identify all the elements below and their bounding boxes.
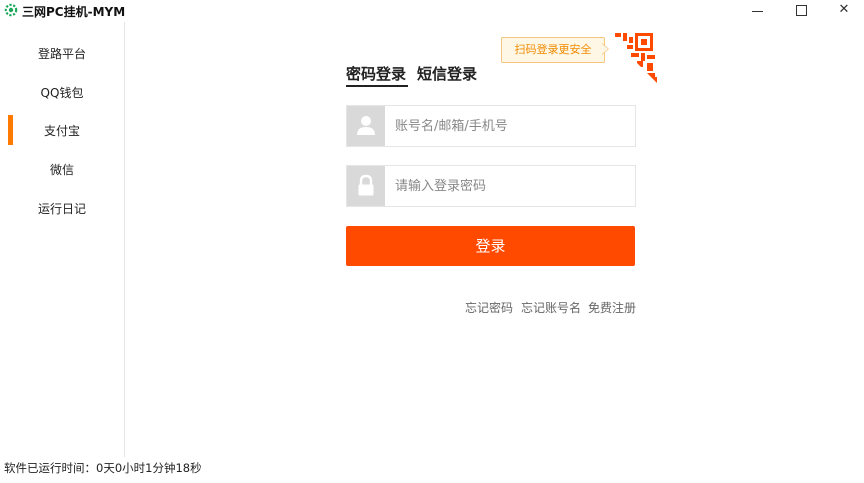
title-bar: 三网PC挂机-MYM ✕ (0, 0, 864, 22)
sidebar-item-label: 运行日记 (37, 202, 86, 216)
sidebar: 登路平台 QQ钱包 支付宝 微信 运行日记 (0, 22, 125, 457)
password-icon-box (347, 166, 385, 206)
sidebar-item-run-log[interactable]: 运行日记 (0, 197, 124, 221)
username-input[interactable] (395, 106, 625, 146)
minimize-button[interactable] (740, 0, 776, 22)
username-field-wrapper (346, 105, 636, 147)
sidebar-item-label: 微信 (49, 163, 74, 177)
qr-login-tip[interactable]: 扫码登录更安全 (501, 37, 605, 63)
runtime-status: 软件已运行时间：0天0小时1分钟18秒 (4, 461, 202, 475)
sidebar-item-alipay[interactable]: 支付宝 (0, 119, 124, 143)
sidebar-item-wechat[interactable]: 微信 (0, 158, 124, 182)
forgot-account-link[interactable]: 忘记账号名 (521, 299, 581, 316)
gear-icon (4, 3, 18, 17)
username-icon-box (347, 106, 385, 146)
sidebar-item-platform[interactable]: 登路平台 (0, 42, 124, 66)
window-title: 三网PC挂机-MYM (22, 5, 126, 19)
close-button[interactable]: ✕ (826, 0, 862, 22)
password-field-wrapper (346, 165, 636, 207)
close-icon: ✕ (838, 2, 850, 17)
maximize-button[interactable] (783, 0, 819, 22)
sidebar-item-qq-wallet[interactable]: QQ钱包 (0, 81, 124, 105)
sidebar-item-label: 支付宝 (43, 124, 80, 138)
tab-password-login[interactable]: 密码登录 (346, 63, 406, 84)
tab-sms-login[interactable]: 短信登录 (417, 63, 477, 84)
qr-code-icon[interactable] (603, 29, 657, 83)
minimize-icon (752, 11, 763, 12)
login-button[interactable]: 登录 (346, 226, 635, 266)
user-icon (357, 116, 375, 135)
maximize-icon (796, 5, 807, 16)
password-input[interactable] (395, 166, 625, 206)
sidebar-item-label: 登路平台 (37, 47, 86, 61)
forgot-password-link[interactable]: 忘记密码 (465, 299, 513, 316)
sidebar-item-label: QQ钱包 (40, 86, 84, 100)
lock-icon (358, 174, 374, 196)
register-link[interactable]: 免费注册 (588, 299, 636, 316)
active-tab-underline (346, 85, 408, 87)
